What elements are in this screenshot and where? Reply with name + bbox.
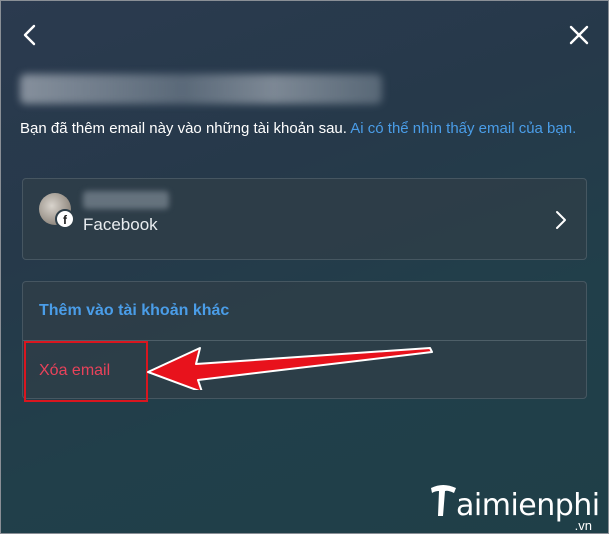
watermark-suffix: .vn <box>574 518 592 533</box>
close-icon <box>569 25 589 45</box>
back-button[interactable] <box>18 22 44 48</box>
description-text: Bạn đã thêm email này vào những tài khoả… <box>20 120 351 137</box>
who-can-see-link[interactable]: Ai có thể nhìn thấy email của bạn. <box>350 120 576 137</box>
email-address-blurred <box>20 74 382 104</box>
close-button[interactable] <box>566 22 592 48</box>
accounts-description: Bạn đã thêm email này vào những tài khoả… <box>20 118 590 139</box>
account-platform-label: Facebook <box>83 215 158 234</box>
taimienphi-logo-icon <box>431 485 456 516</box>
facebook-account-row[interactable]: f Facebook <box>22 178 587 260</box>
add-to-other-account-button[interactable]: Thêm vào tài khoản khác <box>39 302 229 320</box>
watermark-logo: aimienphi .vn <box>428 478 600 533</box>
annotation-arrow <box>147 347 433 390</box>
chevron-right-icon <box>556 211 566 229</box>
chevron-left-icon <box>23 24 36 46</box>
facebook-icon: f <box>55 209 75 229</box>
account-name-blurred <box>83 191 169 209</box>
annotation-highlight-box <box>24 341 148 402</box>
